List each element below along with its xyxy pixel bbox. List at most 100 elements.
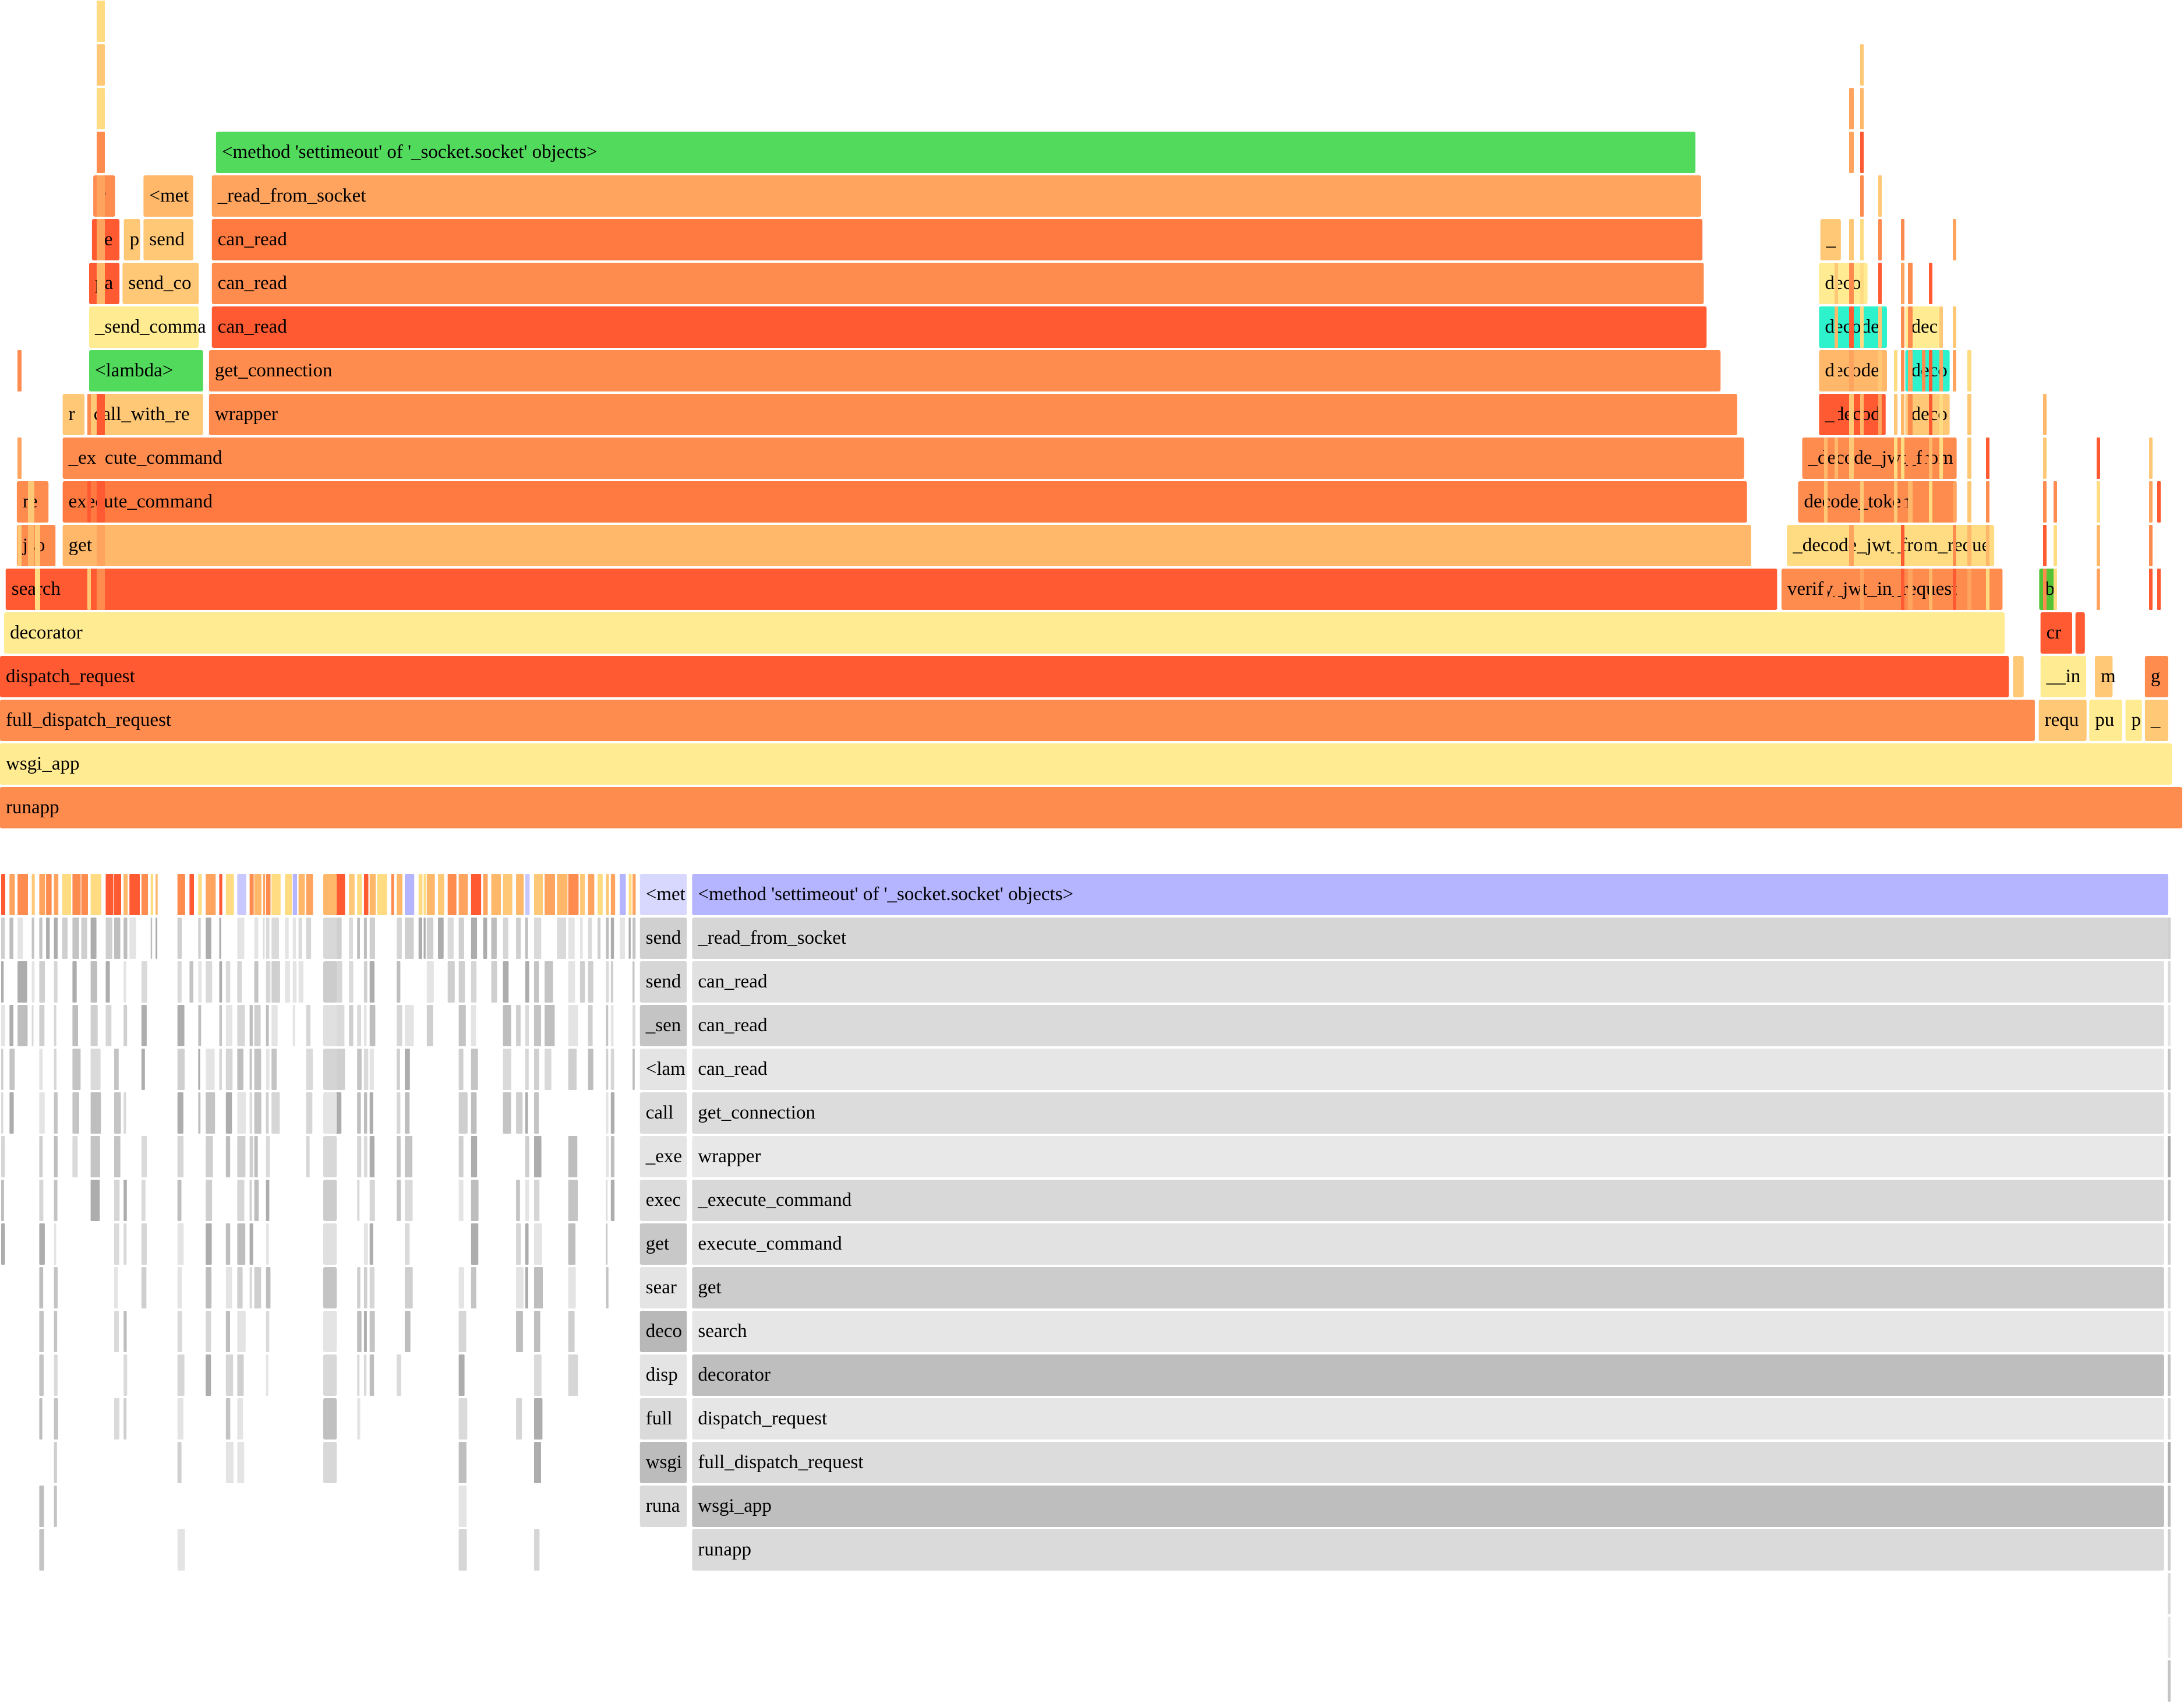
narrow-frame[interactable]	[568, 961, 575, 1003]
narrow-frame[interactable]	[1922, 525, 1925, 566]
narrow-frame[interactable]	[471, 1136, 478, 1177]
narrow-frame[interactable]	[1, 1223, 5, 1265]
narrow-frame[interactable]	[97, 219, 105, 260]
narrow-frame[interactable]	[97, 263, 105, 304]
narrow-frame[interactable]	[39, 1136, 43, 1177]
narrow-frame[interactable]	[225, 1092, 232, 1134]
lower-frame-call[interactable]: call	[639, 1092, 687, 1134]
narrow-frame[interactable]	[123, 961, 126, 1003]
narrow-frame[interactable]	[97, 569, 105, 610]
narrow-frame[interactable]	[177, 1442, 182, 1483]
narrow-frame[interactable]	[90, 961, 97, 1003]
narrow-frame[interactable]	[391, 874, 394, 915]
narrow-frame[interactable]	[606, 1180, 608, 1221]
narrow-frame[interactable]	[39, 918, 43, 959]
narrow-frame[interactable]	[177, 1398, 183, 1440]
narrow-frame[interactable]	[447, 918, 454, 959]
narrow-frame[interactable]	[426, 961, 434, 1003]
narrow-frame[interactable]	[2043, 438, 2047, 479]
narrow-frame[interactable]	[363, 1223, 368, 1265]
narrow-frame[interactable]	[72, 1136, 78, 1177]
narrow-frame[interactable]	[54, 1092, 58, 1134]
narrow-frame[interactable]	[458, 1049, 464, 1090]
narrow-frame[interactable]	[97, 525, 105, 566]
lower-frame-c[interactable]	[323, 1049, 337, 1090]
narrow-frame[interactable]	[2157, 569, 2161, 610]
upper-frame-send[interactable]: send	[143, 219, 193, 260]
narrow-frame[interactable]	[2157, 481, 2161, 523]
narrow-frame[interactable]	[225, 1442, 234, 1483]
narrow-frame[interactable]	[206, 1049, 215, 1090]
narrow-frame[interactable]	[266, 874, 271, 915]
narrow-frame[interactable]	[534, 1267, 543, 1308]
narrow-frame[interactable]	[285, 961, 290, 1003]
narrow-frame[interactable]	[1908, 306, 1913, 348]
narrow-frame[interactable]	[1901, 350, 1904, 391]
narrow-frame[interactable]	[198, 1049, 200, 1090]
narrow-frame[interactable]	[177, 1354, 185, 1396]
narrow-frame[interactable]	[225, 1354, 234, 1396]
narrow-frame[interactable]	[377, 874, 387, 915]
narrow-frame[interactable]	[266, 1311, 270, 1352]
narrow-frame[interactable]	[397, 1005, 402, 1046]
narrow-frame[interactable]	[545, 1049, 552, 1090]
narrow-frame[interactable]	[271, 918, 279, 959]
narrow-frame[interactable]	[266, 1223, 269, 1265]
narrow-frame[interactable]	[39, 1092, 45, 1134]
narrow-frame[interactable]	[254, 1049, 261, 1090]
lower-frame-wsgi[interactable]: wsgi	[639, 1442, 687, 1483]
narrow-frame[interactable]	[39, 1354, 44, 1396]
narrow-frame[interactable]	[177, 918, 182, 959]
narrow-frame[interactable]	[598, 874, 603, 915]
narrow-frame[interactable]	[632, 874, 636, 915]
narrow-frame[interactable]	[525, 1005, 529, 1046]
narrow-frame[interactable]	[225, 1267, 232, 1308]
lower-frame-get[interactable]: get	[692, 1267, 2164, 1308]
lower-frame-full-dispatch-request[interactable]: full_dispatch_request	[692, 1442, 2164, 1483]
upper-frame-wsgi-app[interactable]: wsgi_app	[0, 743, 2172, 785]
upper-frame-decode-token[interactable]: decode_token	[1798, 481, 1957, 523]
narrow-frame[interactable]	[369, 1223, 373, 1265]
narrow-frame[interactable]	[336, 1005, 345, 1046]
narrow-frame[interactable]	[1, 1092, 3, 1134]
narrow-frame[interactable]	[237, 1005, 245, 1046]
narrow-frame[interactable]	[156, 918, 158, 959]
narrow-frame[interactable]	[2097, 438, 2100, 479]
lower-frame-wrapper[interactable]: wrapper	[692, 1136, 2164, 1177]
lower-frame-decorator[interactable]: decorator	[692, 1354, 2164, 1396]
narrow-frame[interactable]	[363, 918, 367, 959]
narrow-frame[interactable]	[628, 918, 631, 959]
narrow-frame[interactable]	[610, 874, 616, 915]
narrow-frame[interactable]	[237, 1092, 246, 1134]
narrow-frame[interactable]	[438, 874, 444, 915]
narrow-frame[interactable]	[471, 1223, 479, 1265]
narrow-frame[interactable]	[1901, 569, 1904, 610]
narrow-frame[interactable]	[198, 961, 202, 1003]
narrow-frame[interactable]	[2097, 481, 2100, 523]
narrow-frame[interactable]	[1, 874, 5, 915]
lower-frame-frame[interactable]	[323, 961, 337, 1003]
narrow-frame[interactable]	[1901, 525, 1904, 566]
narrow-frame[interactable]	[1929, 350, 1932, 391]
narrow-frame[interactable]	[90, 874, 101, 915]
narrow-frame[interactable]	[534, 1529, 540, 1571]
narrow-frame[interactable]	[254, 1267, 261, 1308]
narrow-frame[interactable]	[447, 961, 455, 1003]
narrow-frame[interactable]	[503, 1049, 511, 1090]
narrow-frame[interactable]	[369, 1049, 374, 1090]
narrow-frame[interactable]	[336, 1049, 345, 1090]
narrow-frame[interactable]	[97, 481, 105, 523]
narrow-frame[interactable]	[225, 1223, 231, 1265]
narrow-frame[interactable]	[1849, 263, 1854, 304]
narrow-frame[interactable]	[369, 1267, 374, 1308]
narrow-frame[interactable]	[1953, 569, 1956, 610]
narrow-frame[interactable]	[516, 1180, 520, 1221]
narrow-frame[interactable]	[503, 1005, 511, 1046]
narrow-frame[interactable]	[306, 918, 312, 959]
narrow-frame[interactable]	[2168, 1049, 2171, 1090]
narrow-frame[interactable]	[1908, 350, 1913, 391]
lower-frame-full[interactable]: full	[639, 1398, 687, 1440]
narrow-frame[interactable]	[2043, 394, 2047, 435]
narrow-frame[interactable]	[1986, 438, 1989, 479]
narrow-frame[interactable]	[1849, 132, 1854, 173]
